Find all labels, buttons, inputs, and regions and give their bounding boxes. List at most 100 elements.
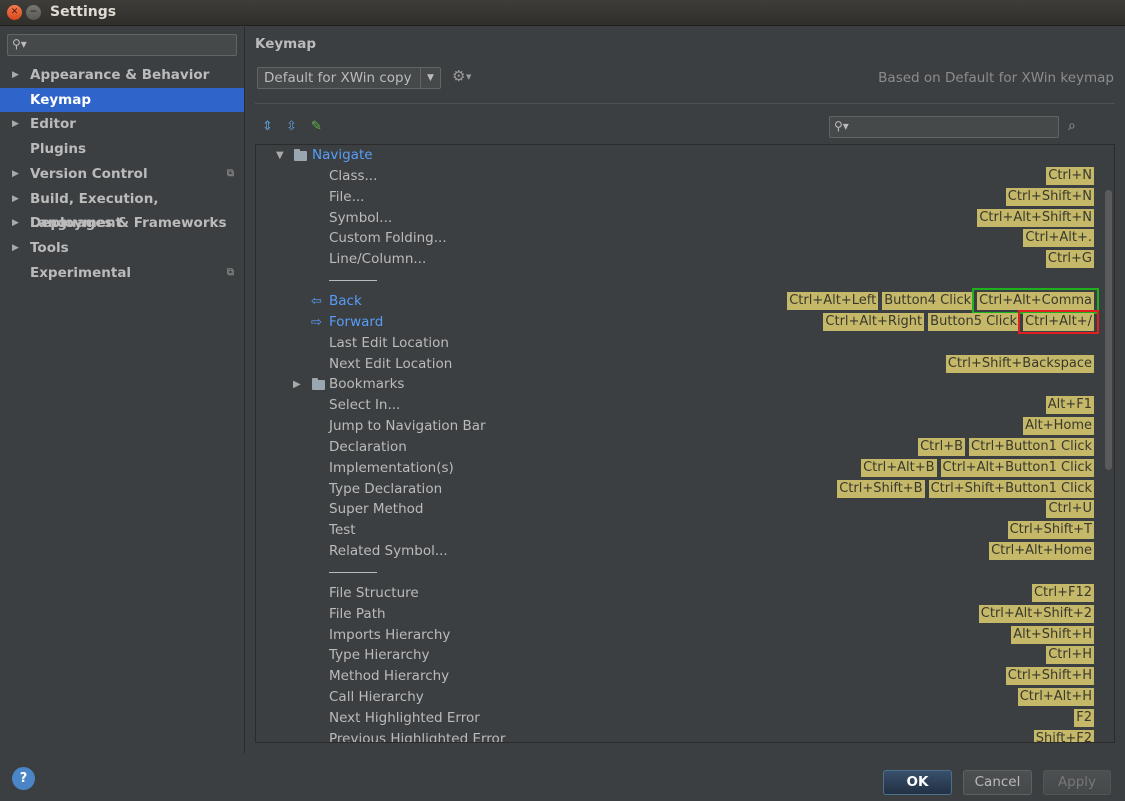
tree-row[interactable]: Declaration Ctrl+B Ctrl+Button1 Click xyxy=(256,437,1106,458)
tree-row-label: Bookmarks xyxy=(329,376,405,393)
tree-row[interactable]: Next Highlighted Error F2 xyxy=(256,708,1106,729)
shortcut-badge: Ctrl+B xyxy=(918,437,966,456)
keymap-scheme-value: Default for XWin copy xyxy=(264,70,412,86)
sidebar-item-label: Appearance & Behavior xyxy=(30,67,210,83)
gear-icon[interactable]: ⚙ xyxy=(452,67,465,85)
shortcut-badge: Ctrl+Alt+/ xyxy=(1018,309,1099,334)
settings-search-input[interactable]: ⚲▾ xyxy=(7,34,237,56)
collapsed-triangle-icon[interactable]: ▶ xyxy=(293,374,301,395)
shortcut-badge: Ctrl+N xyxy=(1046,166,1094,185)
shortcut-badge: Ctrl+Shift+B xyxy=(837,479,925,498)
shortcut-badge: Button5 Click xyxy=(928,312,1020,331)
sidebar-item[interactable]: Experimental ⧉ xyxy=(0,261,244,285)
tree-row[interactable]: Type Declaration Ctrl+Shift+B Ctrl+Shift+B… xyxy=(256,479,1106,500)
shortcut-list: Ctrl+Shift+T xyxy=(1007,521,1094,540)
expand-arrow-icon[interactable]: ▶ xyxy=(12,162,19,186)
tree-row[interactable]: Next Edit Location Ctrl+Shift+Backspace xyxy=(256,354,1106,375)
shortcut-list: Shift+F2 xyxy=(1033,729,1094,742)
sidebar-item[interactable]: ▶ Appearance & Behavior xyxy=(0,63,244,87)
folder-icon xyxy=(294,149,307,161)
sidebar-item[interactable]: ▶ Tools xyxy=(0,236,244,260)
tree-row-label: Call Hierarchy xyxy=(329,689,424,706)
tree-row[interactable]: ⇦ Back Ctrl+Alt+Left Button4 Click Ctrl+Alt+… xyxy=(256,287,1106,314)
tree-separator xyxy=(256,562,1106,583)
tree-row[interactable]: Custom Folding... Ctrl+Alt+. xyxy=(256,228,1106,249)
shortcut-list: F2 xyxy=(1074,708,1094,727)
shortcut-badge: Ctrl+H xyxy=(1046,646,1094,665)
tree-row[interactable]: File Structure Ctrl+F12 xyxy=(256,583,1106,604)
keymap-scheme-select[interactable]: Default for XWin copy ▼ xyxy=(257,67,441,89)
sidebar-item[interactable]: Keymap xyxy=(0,87,244,112)
shortcut-list: Ctrl+Alt+Right Button5 Click Ctrl+Alt+/ xyxy=(823,309,1099,334)
tree-row-label: Type Declaration xyxy=(329,480,443,497)
tree-row[interactable]: Jump to Navigation Bar Alt+Home xyxy=(256,416,1106,437)
shortcut-list: Ctrl+U xyxy=(1046,500,1094,519)
tree-row[interactable]: Previous Highlighted Error Shift+F2 xyxy=(256,729,1106,742)
ok-button[interactable]: OK xyxy=(883,770,952,795)
project-level-icon: ⧉ xyxy=(226,266,234,278)
tree-row[interactable]: Call Hierarchy Ctrl+Alt+H xyxy=(256,687,1106,708)
sidebar-item-label: Editor xyxy=(30,116,76,133)
shortcut-badge: Ctrl+Shift+N xyxy=(1005,187,1094,206)
tree-row[interactable]: Method Hierarchy Ctrl+Shift+H xyxy=(256,666,1106,687)
shortcut-list: Ctrl+F12 xyxy=(1031,583,1094,602)
tree-row[interactable]: ⇨ Forward Ctrl+Alt+Right Button5 Click Ctrl+… xyxy=(256,309,1106,334)
tree-row[interactable]: Type Hierarchy Ctrl+H xyxy=(256,645,1106,666)
sidebar-item[interactable]: ▶ Languages & Frameworks xyxy=(0,211,244,235)
back-arrow-icon: ⇦ xyxy=(311,293,322,309)
sidebar-item[interactable]: Plugins xyxy=(0,137,244,161)
sidebar-item[interactable]: ▶ Version Control ⧉ xyxy=(0,162,244,186)
project-level-icon: ⧉ xyxy=(226,167,234,179)
vertical-scrollbar[interactable] xyxy=(1105,190,1112,470)
shortcut-list: Ctrl+N xyxy=(1046,166,1094,185)
sidebar-item[interactable]: ▶ Editor xyxy=(0,112,244,136)
shortcut-badge: Button4 Click xyxy=(882,291,974,310)
tree-row[interactable]: Line/Column... Ctrl+G xyxy=(256,249,1106,270)
apply-button[interactable]: Apply xyxy=(1043,770,1111,795)
tree-row-label: Implementation(s) xyxy=(329,459,454,476)
collapse-all-icon[interactable]: ⇳ xyxy=(286,119,297,134)
expand-arrow-icon[interactable]: ▶ xyxy=(12,211,19,235)
tree-row[interactable]: File Path Ctrl+Alt+Shift+2 xyxy=(256,604,1106,625)
tree-row[interactable]: Related Symbol... Ctrl+Alt+Home xyxy=(256,541,1106,562)
tree-row[interactable]: ▶ Bookmarks xyxy=(256,374,1106,395)
sidebar-item[interactable]: ▶ Build, Execution, Deployment xyxy=(0,187,244,231)
shortcut-badge: Alt+F1 xyxy=(1045,396,1094,415)
close-window-button[interactable]: ✕ xyxy=(7,5,22,20)
tree-row[interactable]: Test Ctrl+Shift+T xyxy=(256,520,1106,541)
shortcut-list: Ctrl+Shift+B Ctrl+Shift+Button1 Click xyxy=(837,479,1094,498)
window-title: Settings xyxy=(50,4,117,20)
minimize-window-button[interactable]: − xyxy=(26,5,41,20)
find-by-shortcut-icon[interactable]: ⌕ xyxy=(1068,118,1076,134)
tree-row[interactable]: Super Method Ctrl+U xyxy=(256,499,1106,520)
shortcut-list: Ctrl+Shift+H xyxy=(1005,667,1094,686)
gear-dropdown-icon: ▼ xyxy=(466,73,472,81)
expand-all-icon[interactable]: ⇕ xyxy=(262,119,273,134)
shortcut-list: Alt+Home xyxy=(1023,417,1094,436)
tree-row[interactable]: Class... Ctrl+N xyxy=(256,166,1106,187)
title-bar: ✕ − Settings xyxy=(0,0,1125,26)
tree-row[interactable]: Symbol... Ctrl+Alt+Shift+N xyxy=(256,208,1106,229)
sidebar-item-label: Tools xyxy=(30,239,69,256)
shortcut-badge: Ctrl+Alt+Shift+N xyxy=(977,208,1094,227)
keymap-filter-input[interactable]: ⚲▾ xyxy=(829,116,1059,138)
shortcut-list: Ctrl+Alt+. xyxy=(1023,229,1094,248)
tree-row[interactable]: Select In... Alt+F1 xyxy=(256,395,1106,416)
tree-row[interactable]: Imports Hierarchy Alt+Shift+H xyxy=(256,625,1106,646)
tree-row[interactable]: Implementation(s) Ctrl+Alt+B Ctrl+Alt+Butt… xyxy=(256,458,1106,479)
help-button[interactable]: ? xyxy=(12,767,35,790)
sidebar-item-label: Plugins xyxy=(30,141,87,158)
edit-pencil-icon[interactable]: ✎ xyxy=(311,119,322,134)
expand-arrow-icon[interactable]: ▶ xyxy=(12,187,19,211)
expand-arrow-icon[interactable]: ▶ xyxy=(12,112,19,136)
search-icon: ⚲▾ xyxy=(834,119,849,133)
tree-row[interactable]: File... Ctrl+Shift+N xyxy=(256,187,1106,208)
shortcut-list: Alt+F1 xyxy=(1045,396,1094,415)
expand-arrow-icon[interactable]: ▶ xyxy=(12,63,19,87)
expand-arrow-icon[interactable]: ▶ xyxy=(12,236,19,260)
cancel-button[interactable]: Cancel xyxy=(963,770,1032,795)
tree-row[interactable]: Last Edit Location xyxy=(256,333,1106,354)
tree-row-label: Line/Column... xyxy=(329,251,427,268)
tree-root-navigate[interactable]: ▼ Navigate xyxy=(256,145,1106,166)
tree-row-label: Super Method xyxy=(329,501,424,518)
